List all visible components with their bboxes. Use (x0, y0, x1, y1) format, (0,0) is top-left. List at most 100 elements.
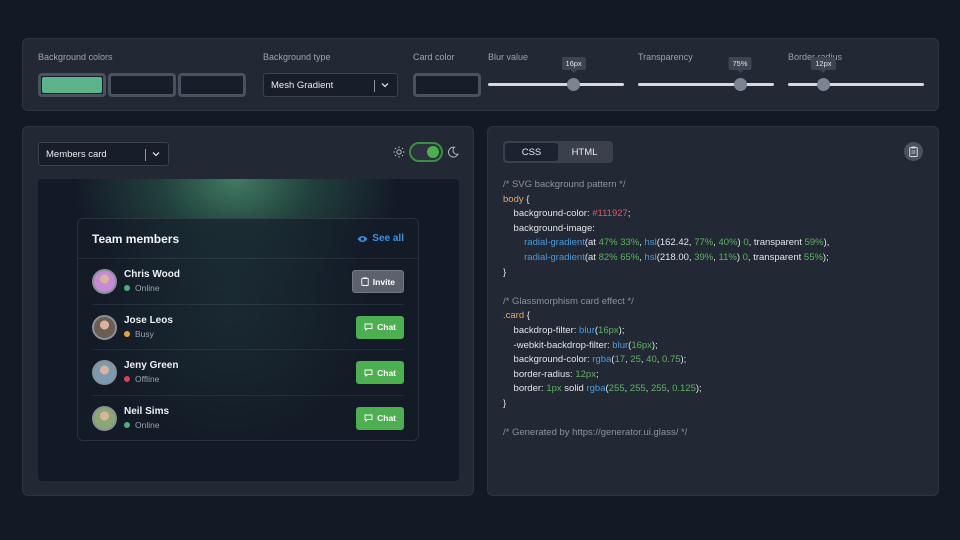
see-all-label: See all (372, 233, 404, 244)
select-divider (145, 149, 146, 161)
card-title: Team members (92, 232, 180, 246)
border-radius-value-tooltip: 12px (811, 57, 836, 73)
theme-toggle-group (393, 142, 459, 162)
tab-html[interactable]: HTML (558, 143, 611, 161)
copy-code-button[interactable] (904, 142, 923, 161)
member-status-label: Online (135, 283, 160, 293)
code-token: -webkit-backdrop-filter: (503, 339, 613, 351)
code-token: border: (503, 383, 547, 395)
code-token: , transparent (747, 251, 804, 263)
transparency-slider-thumb[interactable] (733, 78, 747, 91)
background-type-value: Mesh Gradient (271, 79, 334, 91)
code-token: 255 (629, 383, 646, 395)
code-token: 55% (803, 251, 823, 263)
member-row: Neil Sims Online Chat (92, 396, 404, 441)
code-token: ; (595, 368, 599, 380)
blur-slider-thumb[interactable] (567, 78, 581, 91)
blur-slider[interactable]: 16px (488, 57, 624, 91)
border-radius-slider-thumb[interactable] (816, 78, 830, 91)
card-type-select[interactable]: Members card (38, 142, 169, 166)
code-token: background-color: (503, 208, 593, 220)
clipboard-icon (361, 277, 369, 286)
background-type-select[interactable]: Mesh Gradient (263, 73, 398, 97)
avatar (92, 405, 117, 431)
code-line: radial-gradient(at 82% 65%, hsl(218.00, … (503, 251, 829, 266)
member-status-label: Busy (135, 328, 154, 339)
member-name: Chris Wood (124, 269, 180, 280)
select-divider (374, 80, 375, 92)
dark-mode-toggle[interactable] (409, 142, 443, 162)
border-radius-slider[interactable]: 12px (788, 57, 924, 91)
background-colors-label: Background colors (38, 52, 113, 62)
code-token: (218.00, (656, 251, 695, 263)
status-dot-icon (124, 421, 130, 428)
member-row: Jeny Green Offline Chat (92, 350, 404, 396)
transparency-slider[interactable]: 75% (638, 57, 774, 91)
code-token: .card (503, 310, 525, 322)
member-name: Neil Sims (124, 405, 170, 417)
code-token: 16px (631, 339, 652, 351)
member-status: Online (124, 283, 160, 293)
eye-icon (357, 235, 368, 242)
code-token: /* Generated by https://generator.ui.gla… (503, 427, 688, 439)
member-status: Busy (124, 329, 154, 339)
chat-button[interactable]: Chat (356, 406, 404, 430)
transparency-value-tooltip: 75% (728, 57, 752, 73)
code-token: ); (695, 383, 702, 395)
code-token: background-color: (503, 354, 593, 366)
avatar (92, 314, 117, 340)
member-status: Online (124, 420, 160, 430)
sun-icon[interactable] (393, 146, 405, 158)
code-line: backdrop-filter: blur(16px); (503, 324, 829, 339)
code-token: /* SVG background pattern */ (503, 179, 626, 190)
invite-button[interactable]: Invite (351, 270, 404, 293)
clipboard-icon (909, 146, 918, 157)
code-line: background-color: rgba(17, 25, 40, 0.75)… (503, 353, 829, 368)
background-color-swatch-3[interactable] (178, 73, 246, 97)
chat-button[interactable]: Chat (356, 315, 404, 339)
blur-value-label: Blur value (488, 52, 529, 62)
card-color-label: Card color (413, 52, 455, 62)
code-token: 17 (614, 354, 626, 366)
invite-label: Invite (372, 276, 395, 287)
member-name: Jose Leos (124, 314, 173, 326)
generated-css-code[interactable]: /* SVG background pattern */ body { backg… (503, 178, 829, 441)
code-token: (at (584, 251, 599, 263)
card-color-swatch[interactable] (413, 73, 481, 97)
member-status-label: Online (135, 419, 160, 430)
moon-icon[interactable] (447, 146, 459, 158)
code-format-tabs: CSS HTML (503, 141, 613, 163)
code-line: background-color: #111927; (503, 207, 829, 222)
code-token: ), (823, 237, 830, 249)
code-token: ); (651, 339, 658, 351)
code-line: } (503, 266, 829, 281)
code-token: ); (822, 251, 829, 263)
member-name: Jeny Green (124, 360, 179, 371)
code-line: background-image: (503, 222, 829, 237)
code-token: 0.125 (672, 383, 696, 395)
code-token: 40 (646, 354, 657, 366)
code-token: 82% 65% (598, 251, 640, 263)
code-token: backdrop-filter: (503, 324, 580, 336)
chat-button[interactable]: Chat (356, 361, 404, 384)
code-token: 11% (718, 251, 737, 263)
chevron-down-icon (152, 152, 160, 157)
code-token: { (524, 310, 530, 322)
member-row: Chris Wood Online Invite (92, 259, 404, 305)
see-all-link[interactable]: See all (357, 233, 404, 244)
tab-css[interactable]: CSS (505, 143, 558, 161)
background-color-swatch-2[interactable] (108, 73, 176, 97)
chevron-down-icon (381, 83, 389, 88)
preview-canvas: Team members See all Chris Wood Online Inv… (38, 179, 459, 481)
code-token: 39% (694, 251, 714, 263)
code-token: border-radius: (503, 368, 576, 380)
code-token: ); (618, 324, 625, 336)
code-line: /* Glassmorphism card effect */ (503, 295, 829, 310)
background-color-swatch-1[interactable] (38, 73, 106, 97)
code-token: rgba (586, 383, 606, 395)
avatar (92, 360, 117, 385)
code-line: .card { (503, 309, 829, 324)
code-token: blur (579, 324, 595, 336)
